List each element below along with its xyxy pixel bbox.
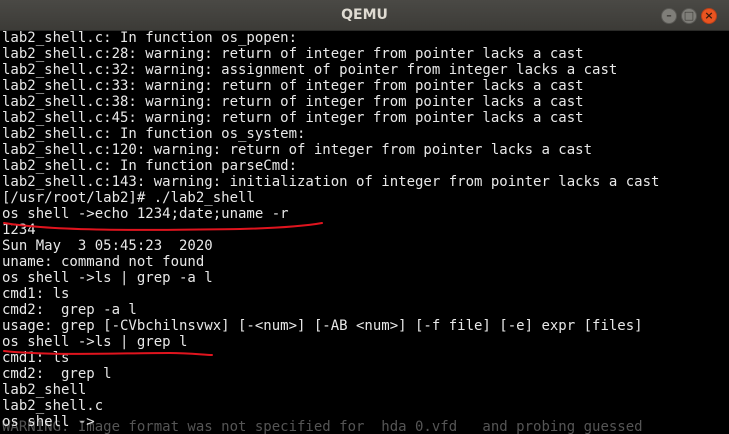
terminal-line: Sun May 3 05:45:23 2020 (2, 238, 213, 254)
minimize-button[interactable]: – (661, 8, 677, 24)
terminal-line: lab2_shell.c:32: warning: assignment of … (2, 62, 618, 78)
qemu-window: QEMU – □ × lab2_shell.c: In function os_… (0, 0, 729, 434)
close-button[interactable]: × (701, 8, 717, 24)
terminal-line: lab2_shell.c (2, 398, 104, 414)
terminal-line: os shell ->ls | grep l (2, 334, 188, 350)
terminal-line: lab2_shell.c:45: warning: return of inte… (2, 110, 584, 126)
terminal-line: lab2_shell.c: In function parseCmd: (2, 158, 298, 174)
window-title: QEMU (341, 7, 388, 23)
terminal-line: lab2_shell.c:38: warning: return of inte… (2, 94, 584, 110)
close-icon: × (704, 9, 714, 22)
terminal-prompt-line: os shell -> (2, 414, 95, 430)
terminal-line: lab2_shell.c: In function os_popen: (2, 30, 298, 46)
terminal-line: lab2_shell.c:120: warning: return of int… (2, 142, 593, 158)
maximize-button[interactable]: □ (681, 8, 697, 24)
terminal-line: lab2_shell (2, 382, 87, 398)
title-bar[interactable]: QEMU – □ × (0, 0, 729, 31)
terminal-line: lab2_shell.c:28: warning: return of inte… (2, 46, 584, 62)
terminal-screen[interactable]: lab2_shell.c: In function os_popen: lab2… (2, 30, 722, 434)
terminal-line: cmd2: grep l (2, 366, 112, 382)
terminal-line: lab2_shell.c:33: warning: return of inte… (2, 78, 584, 94)
terminal-line: cmd2: grep -a l (2, 302, 137, 318)
terminal-line: 1234 (2, 222, 36, 238)
terminal-ghost-line: WARNING: Image format was not specified … (2, 419, 643, 434)
terminal-line: cmd1: ls (2, 350, 70, 366)
terminal-line: cmd1: ls (2, 286, 70, 302)
terminal-line: uname: command not found (2, 254, 205, 270)
terminal-line: usage: grep [-CVbchilnsvwx] [-<num>] [-A… (2, 318, 643, 334)
terminal-line: [/usr/root/lab2]# ./lab2_shell (2, 190, 255, 206)
terminal-line: os shell ->echo 1234;date;uname -r (2, 206, 289, 222)
maximize-icon: □ (683, 9, 695, 22)
terminal-line: lab2_shell.c:143: warning: initializatio… (2, 174, 660, 190)
window-controls: – □ × (661, 8, 717, 24)
minimize-icon: – (666, 9, 672, 22)
terminal-line: lab2_shell.c: In function os_system: (2, 126, 306, 142)
terminal-line: os shell ->ls | grep -a l (2, 270, 213, 286)
